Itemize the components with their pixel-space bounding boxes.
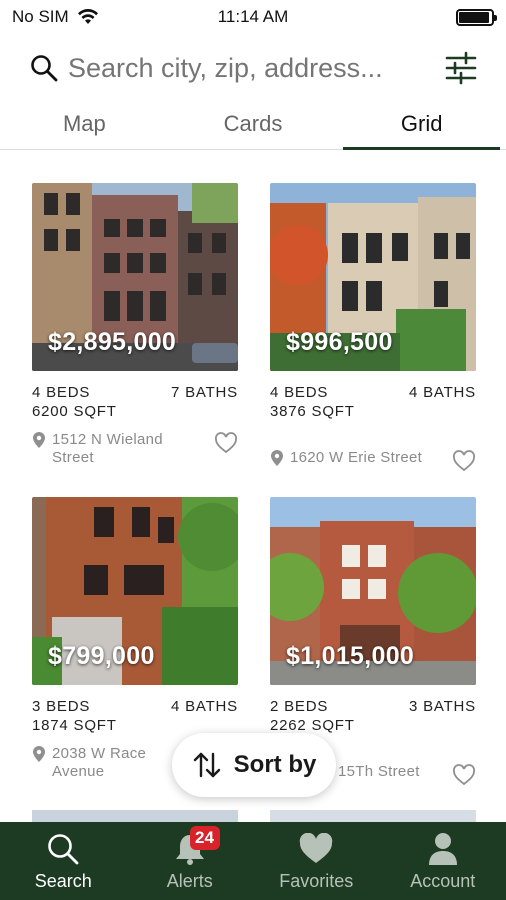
listing-card[interactable]: $996,500 4 BEDS 3876 SQFT 4 BATHS 1620 W… (270, 183, 476, 497)
sort-button[interactable]: Sort by (172, 733, 336, 797)
listing-price: $996,500 (286, 328, 393, 356)
listing-stats: 3 BEDS 1874 SQFT 4 BATHS (32, 697, 238, 735)
search-input[interactable] (68, 52, 434, 84)
location-pin-icon (33, 746, 45, 762)
listing-price: $2,895,000 (48, 328, 177, 356)
tab-grid[interactable]: Grid (337, 100, 506, 150)
heart-icon (300, 833, 333, 863)
listing-beds: 2 BEDS (270, 698, 329, 715)
address-line2: Avenue (52, 763, 105, 780)
listing-sqft: 1874 SQFT (32, 717, 117, 734)
listing-baths: 7 BATHS (170, 384, 238, 401)
tab-map[interactable]: Map (0, 100, 169, 149)
nav-alerts[interactable]: 24 Alerts (127, 822, 254, 900)
listing-beds: 4 BEDS (32, 384, 91, 401)
sort-label: Sort by (233, 751, 317, 778)
status-left: No SIM (12, 7, 99, 27)
status-bar: No SIM 11:14 AM (0, 0, 506, 34)
address-line1: 1512 N Wieland (52, 431, 163, 448)
favorite-heart-icon[interactable] (452, 763, 476, 787)
favorite-heart-icon[interactable] (214, 431, 238, 455)
listing-address: 1512 N Wieland Street (32, 431, 163, 467)
listing-address: 1620 W Erie Street (270, 449, 422, 467)
nav-search-label: Search (34, 871, 92, 891)
location-pin-icon (271, 450, 283, 466)
listing-sqft: 6200 SQFT (32, 403, 117, 420)
battery-icon (456, 8, 497, 26)
listing-photo[interactable]: $996,500 (270, 183, 476, 371)
listing-photo-peek (270, 810, 476, 822)
listing-stats: 2 BEDS 2262 SQFT 3 BATHS (270, 697, 476, 735)
listing-photo[interactable]: $799,000 (32, 497, 238, 685)
favorite-heart-icon[interactable] (452, 449, 476, 473)
search-bar (0, 42, 506, 94)
listing-stats: 4 BEDS 6200 SQFT 7 BATHS (32, 383, 238, 421)
listing-stats: 4 BEDS 3876 SQFT 4 BATHS (270, 383, 476, 421)
nav-account-label: Account (410, 871, 476, 891)
listing-beds: 3 BEDS (32, 698, 91, 715)
nav-alerts-label: Alerts (166, 871, 213, 891)
listing-price: $1,015,000 (286, 642, 415, 670)
address-line1: 15Th Street (338, 763, 420, 780)
listing-photo-peek (32, 810, 238, 822)
nav-search[interactable]: Search (0, 822, 127, 900)
address-line2: Street (52, 449, 94, 466)
address-line1: 1620 W Erie Street (290, 449, 423, 466)
filter-icon[interactable] (444, 51, 478, 85)
listing-baths: 4 BATHS (170, 698, 238, 715)
nav-account[interactable]: Account (380, 822, 506, 900)
listing-photo[interactable]: $1,015,000 (270, 497, 476, 685)
alerts-badge: 24 (189, 826, 220, 850)
listing-grid: $2,895,000 4 BEDS 6200 SQFT 7 BATHS 1512… (32, 183, 476, 811)
location-pin-icon (33, 432, 45, 448)
battery-level (459, 11, 490, 23)
listing-price: $799,000 (48, 642, 155, 670)
nav-favorites-label: Favorites (279, 871, 354, 891)
sort-arrows-icon (193, 752, 220, 778)
wifi-icon (77, 9, 98, 24)
bottom-nav: Search 24 Alerts Favorites Account (0, 822, 506, 900)
carrier-label: No SIM (12, 7, 69, 26)
listing-baths: 4 BATHS (408, 384, 476, 401)
listing-photo[interactable]: $2,895,000 (32, 183, 238, 371)
listing-sqft: 3876 SQFT (270, 403, 355, 420)
listing-address: 2038 W Race Avenue (32, 745, 146, 781)
listing-baths: 3 BATHS (408, 698, 476, 715)
person-icon (428, 833, 457, 865)
listing-card[interactable]: $2,895,000 4 BEDS 6200 SQFT 7 BATHS 1512… (32, 183, 238, 497)
search-icon (31, 55, 58, 82)
listing-beds: 4 BEDS (270, 384, 329, 401)
tab-cards[interactable]: Cards (169, 100, 338, 149)
search-icon (48, 834, 79, 865)
view-tabs: Map Cards Grid (0, 100, 506, 150)
nav-favorites[interactable]: Favorites (253, 822, 380, 900)
address-line1: 2038 W Race (52, 745, 147, 762)
